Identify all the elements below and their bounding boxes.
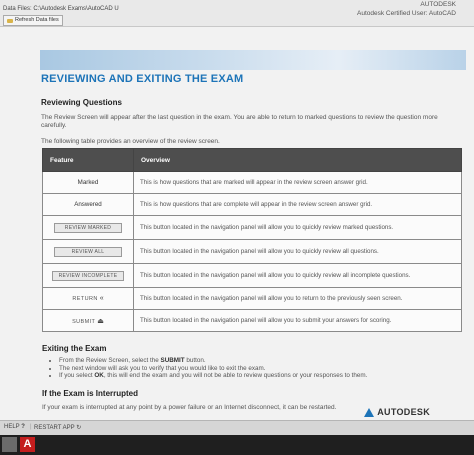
return-icon: «: [99, 295, 104, 302]
exit-steps-list: From the Review Screen, select the SUBMI…: [50, 357, 367, 380]
help-button[interactable]: HELP ?: [4, 424, 25, 430]
overview-cell: This is how questions that are marked wi…: [133, 171, 462, 194]
page-title: REVIEWING AND EXITING THE EXAM: [41, 73, 244, 85]
overview-cell: This button located in the navigation pa…: [133, 263, 462, 288]
review-all-button-sample: REVIEW ALL: [54, 246, 122, 257]
table-row: Marked This is how questions that are ma…: [42, 171, 462, 194]
return-button-sample: RETURN: [72, 296, 98, 302]
brand-name: AUTODESK: [420, 1, 456, 8]
footer-bar: HELP ? | RESTART APP ↻: [0, 420, 474, 435]
overview-cell: This is how questions that are complete …: [133, 193, 462, 216]
review-table: Feature Overview Marked This is how ques…: [42, 148, 462, 332]
list-item: If you select OK, this will end the exam…: [59, 372, 367, 380]
review-marked-button-sample: REVIEW MARKED: [54, 222, 122, 233]
table-row: REVIEW INCOMPLETE This button located in…: [42, 263, 462, 288]
feature-answered: Answered: [42, 193, 134, 216]
autodesk-logo: AUTODESK: [364, 407, 430, 417]
table-row: REVIEW MARKED This button located in the…: [42, 215, 462, 240]
list-item: From the Review Screen, select the SUBMI…: [59, 357, 367, 365]
table-row: SUBMIT ⏏ This button located in the navig…: [42, 309, 462, 332]
table-intro: The following table provides an overview…: [41, 138, 220, 145]
review-incomplete-button-sample: REVIEW INCOMPLETE: [51, 270, 125, 281]
interrupted-paragraph: If your exam is interrupted at any point…: [42, 404, 337, 411]
overview-cell: This button located in the navigation pa…: [133, 215, 462, 240]
refresh-label: Refresh Data files: [15, 17, 59, 23]
data-files-path: Data Files: C:\Autodesk Exams\AutoCAD U: [3, 6, 119, 12]
folder-icon: [7, 18, 13, 23]
autocad-app-icon[interactable]: A: [20, 437, 35, 452]
overview-cell: This button located in the navigation pa…: [133, 309, 462, 332]
taskbar: A: [0, 435, 474, 455]
submit-button-sample: SUBMIT: [72, 318, 96, 325]
section-heading-exiting: Exiting the Exam: [42, 344, 107, 353]
restart-icon: ↻: [76, 425, 82, 431]
logo-text: AUTODESK: [377, 407, 430, 417]
section-heading-reviewing: Reviewing Questions: [41, 98, 122, 107]
feature-marked: Marked: [42, 171, 134, 194]
content-area: REVIEWING AND EXITING THE EXAM Reviewing…: [0, 27, 474, 420]
help-icon: ?: [21, 424, 25, 430]
table-row: REVIEW ALL This button located in the na…: [42, 239, 462, 264]
intro-paragraph: The Review Screen will appear after the …: [41, 114, 438, 129]
overview-cell: This button located in the navigation pa…: [133, 287, 462, 310]
file-explorer-icon[interactable]: [2, 437, 17, 452]
header-feature: Feature: [42, 148, 134, 172]
restart-app-button[interactable]: RESTART APP ↻: [34, 424, 81, 431]
table-row: RETURN « This button located in the navig…: [42, 287, 462, 310]
header-overview: Overview: [133, 148, 462, 172]
refresh-data-files-button[interactable]: Refresh Data files: [3, 15, 63, 26]
top-bar: Data Files: C:\Autodesk Exams\AutoCAD U …: [0, 0, 474, 27]
autodesk-logo-icon: [364, 407, 375, 417]
overview-cell: This button located in the navigation pa…: [133, 239, 462, 264]
certified-user-label: Autodesk Certified User: AutoCAD: [357, 10, 456, 17]
list-item: The next window will ask you to verify t…: [59, 365, 367, 373]
header-banner: [40, 50, 466, 70]
submit-icon: ⏏: [97, 317, 104, 325]
table-row: Answered This is how questions that are …: [42, 193, 462, 216]
section-heading-interrupted: If the Exam is Interrupted: [42, 389, 139, 398]
